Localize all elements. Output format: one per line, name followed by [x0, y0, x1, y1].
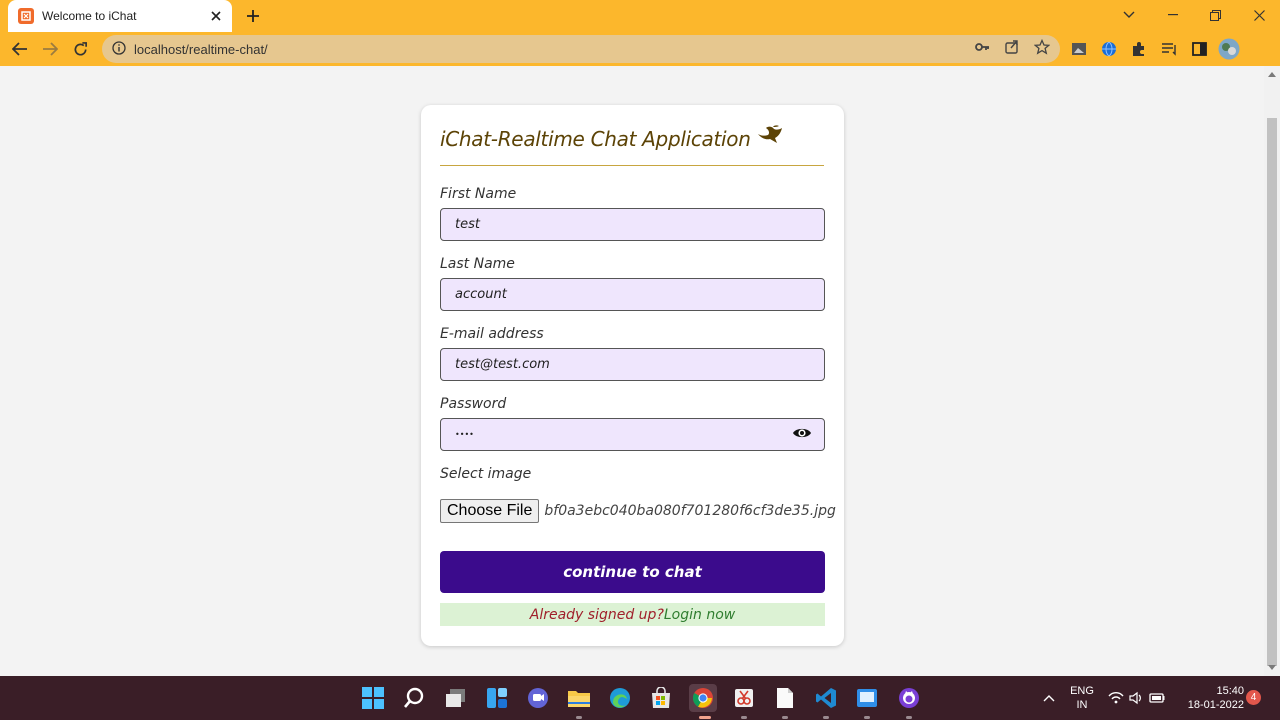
language-indicator[interactable]: ENG IN	[1066, 676, 1098, 720]
back-arrow-icon[interactable]	[7, 37, 33, 61]
notepad-running-indicator	[782, 716, 788, 719]
browser-tab[interactable]: Welcome to iChat	[8, 0, 232, 32]
extensions-puzzle-icon[interactable]	[1127, 37, 1151, 61]
vscode-icon[interactable]	[813, 685, 839, 711]
clock-time: 15:40	[1216, 685, 1244, 697]
selected-file-name: bf0a3ebc040ba080f701280f6cf3de35.jpg	[544, 503, 836, 519]
email-input[interactable]	[455, 357, 824, 372]
clock[interactable]: 15:40 18-01-2022	[1180, 676, 1244, 720]
last-name-input[interactable]	[455, 287, 824, 302]
select-image-label: Select image	[440, 466, 532, 482]
page-title: iChat-Realtime Chat Application	[440, 125, 783, 152]
password-field[interactable]: ••••	[440, 418, 825, 451]
first-name-input[interactable]	[455, 217, 824, 232]
page-viewport: iChat-Realtime Chat Application First Na…	[0, 66, 1264, 676]
scroll-up-arrow-icon[interactable]	[1268, 72, 1276, 77]
bookmark-star-icon[interactable]	[1033, 38, 1051, 59]
first-name-label: First Name	[440, 186, 517, 202]
remote-running-indicator	[864, 716, 870, 719]
last-name-label: Last Name	[440, 256, 515, 272]
continue-to-chat-button[interactable]: continue to chat	[440, 551, 825, 593]
email-field[interactable]	[440, 348, 825, 381]
remote-desktop-icon[interactable]	[854, 685, 880, 711]
chrome-active-indicator	[699, 716, 711, 719]
language-code: ENG	[1070, 685, 1094, 697]
email-label: E-mail address	[440, 326, 544, 342]
chrome-browser-icon[interactable]	[689, 684, 717, 712]
browser-toolbar: localhost/realtime-chat/	[0, 32, 1280, 66]
github-desktop-icon[interactable]	[896, 685, 922, 711]
tab-search-icon[interactable]	[1109, 0, 1149, 30]
choose-file-button[interactable]: Choose File	[440, 499, 540, 523]
address-bar[interactable]: localhost/realtime-chat/	[102, 35, 1060, 63]
snipping-running-indicator	[741, 716, 747, 719]
url-text: localhost/realtime-chat/	[134, 41, 268, 57]
side-panel-icon[interactable]	[1187, 37, 1211, 61]
signup-card: iChat-Realtime Chat Application First Na…	[421, 105, 844, 646]
system-tray-quick-settings[interactable]	[1106, 685, 1166, 711]
explorer-running-indicator	[576, 716, 582, 719]
key-icon[interactable]	[974, 39, 990, 59]
search-icon[interactable]	[401, 685, 427, 711]
site-info-icon[interactable]	[112, 40, 126, 59]
close-tab-icon[interactable]	[204, 4, 228, 28]
teams-chat-icon[interactable]	[525, 685, 551, 711]
already-signed-up-text: Already signed up?	[529, 606, 664, 623]
page-scrollbar[interactable]	[1264, 66, 1280, 676]
tab-title: Welcome to iChat	[42, 9, 137, 23]
scrollbar-thumb[interactable]	[1267, 118, 1277, 666]
profile-avatar[interactable]	[1217, 37, 1241, 61]
password-input[interactable]: ••••	[455, 430, 474, 439]
app-title: iChat-Realtime Chat Application	[440, 126, 751, 151]
show-hidden-icons-chevron-icon[interactable]	[1039, 685, 1059, 711]
extension-globe-icon[interactable]	[1097, 37, 1121, 61]
extension-screenshot-icon[interactable]	[1067, 37, 1091, 61]
password-label: Password	[440, 396, 507, 412]
reload-icon[interactable]	[67, 37, 93, 61]
new-tab-button[interactable]	[240, 4, 266, 28]
windows-start-icon[interactable]	[360, 685, 386, 711]
browser-tab-strip: Welcome to iChat	[0, 0, 1280, 32]
last-name-field[interactable]	[440, 278, 825, 311]
xampp-favicon-icon	[18, 8, 34, 24]
reading-list-icon[interactable]	[1157, 37, 1181, 61]
restore-icon[interactable]	[1195, 0, 1235, 30]
scroll-down-arrow-icon[interactable]	[1268, 665, 1276, 670]
share-icon[interactable]	[1004, 39, 1020, 59]
login-now-link[interactable]: Login now	[664, 607, 735, 623]
clock-date: 18-01-2022	[1187, 699, 1244, 711]
login-prompt: Already signed up? Login now	[440, 603, 825, 626]
first-name-field[interactable]	[440, 208, 825, 241]
snipping-tool-icon[interactable]	[731, 685, 757, 711]
notepad-icon[interactable]	[772, 685, 798, 711]
file-explorer-icon[interactable]	[566, 685, 592, 711]
windows-taskbar: ENG IN 15:40 18-01-2022	[0, 676, 1280, 720]
notification-count-badge[interactable]: 4	[1246, 690, 1261, 705]
edge-browser-icon[interactable]	[607, 685, 633, 711]
title-divider	[440, 165, 824, 166]
task-view-icon[interactable]	[443, 685, 469, 711]
vscode-running-indicator	[823, 716, 829, 719]
close-window-icon[interactable]	[1239, 0, 1279, 30]
forward-arrow-icon[interactable]	[37, 37, 63, 61]
region-code: IN	[1076, 699, 1088, 711]
widgets-icon[interactable]	[484, 685, 510, 711]
dove-icon	[757, 125, 783, 152]
github-running-indicator	[906, 716, 912, 719]
minimize-icon[interactable]	[1153, 0, 1193, 30]
eye-icon[interactable]	[792, 426, 812, 444]
image-file-input: Choose File bf0a3ebc040ba080f701280f6cf3…	[440, 499, 836, 523]
microsoft-store-icon[interactable]	[648, 685, 674, 711]
